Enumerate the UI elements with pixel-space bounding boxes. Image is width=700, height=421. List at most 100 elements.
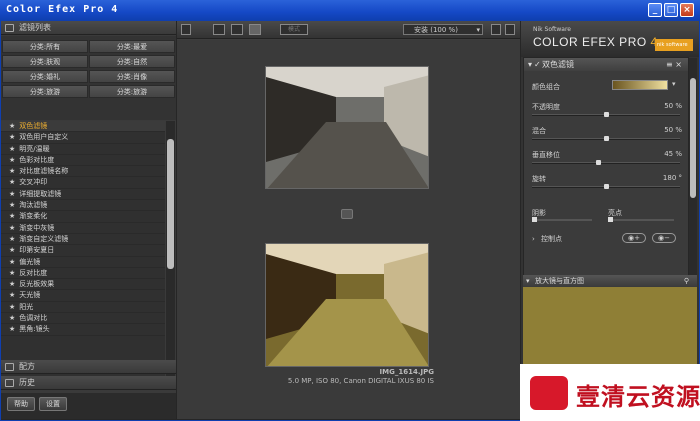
slider-knob[interactable] bbox=[532, 217, 537, 222]
filter-item[interactable]: ★ 双色用户自定义 bbox=[1, 132, 165, 144]
filter-item-label: 偏光镜 bbox=[19, 257, 41, 266]
param-slider[interactable] bbox=[532, 184, 680, 189]
star-icon[interactable]: ★ bbox=[9, 156, 15, 164]
swap-icon[interactable] bbox=[341, 209, 353, 219]
filter-list-header[interactable]: 滤镜列表 bbox=[1, 21, 176, 35]
filter-panel-header[interactable]: ▾ ✓ 双色滤镜 ≡ × bbox=[524, 58, 688, 71]
category-button[interactable]: 分类:肤观 bbox=[2, 55, 88, 68]
category-button[interactable]: 分类:肖像 bbox=[89, 70, 175, 83]
slider-knob[interactable] bbox=[603, 112, 609, 117]
param-slider[interactable] bbox=[532, 160, 680, 165]
panel-menu-icon[interactable]: ≡ × bbox=[666, 58, 682, 71]
presets-header[interactable]: 配方 bbox=[1, 360, 176, 374]
maximize-button[interactable]: □ bbox=[664, 3, 678, 17]
filter-item[interactable]: ★ 反对比度 bbox=[1, 268, 165, 280]
filter-list-scrollbar[interactable] bbox=[166, 121, 175, 377]
single-view-icon[interactable] bbox=[213, 24, 225, 35]
filter-item[interactable]: ★ 对比度滤镜名称 bbox=[1, 166, 165, 178]
history-header[interactable]: 历史 bbox=[1, 376, 176, 390]
browse-icon[interactable] bbox=[181, 24, 191, 35]
category-button[interactable]: 分类:婚礼 bbox=[2, 70, 88, 83]
window-title: Color Efex Pro 4 bbox=[6, 4, 119, 15]
star-icon[interactable]: ★ bbox=[9, 258, 15, 266]
filter-item[interactable]: ★ 反光板效果 bbox=[1, 279, 165, 291]
shadow-label: 阴影 bbox=[532, 209, 546, 217]
slider-knob[interactable] bbox=[608, 217, 613, 222]
mode-button[interactable]: 模式 bbox=[280, 24, 308, 35]
history-icon bbox=[5, 379, 14, 387]
filter-item[interactable]: ★ 阳光 bbox=[1, 302, 165, 314]
star-icon[interactable]: ★ bbox=[9, 178, 15, 186]
star-icon[interactable]: ★ bbox=[9, 325, 15, 333]
collapse-icon[interactable]: ▾ bbox=[528, 58, 532, 71]
original-photo bbox=[265, 66, 429, 189]
loupe-header[interactable]: ▾ 放大镜与直方图 ⚲ bbox=[523, 275, 697, 287]
filter-item[interactable]: ★ 黑角:镜头 bbox=[1, 324, 165, 336]
scrollbar-thumb[interactable] bbox=[690, 78, 696, 198]
star-icon[interactable]: ★ bbox=[9, 291, 15, 299]
filter-item[interactable]: ★ 渐变自定义滤镜 bbox=[1, 234, 165, 246]
close-button[interactable]: × bbox=[680, 3, 694, 17]
filter-item[interactable]: ★ 渐变中灰镜 bbox=[1, 223, 165, 234]
filter-panel-title: 双色滤镜 bbox=[542, 60, 574, 69]
fit-icon[interactable] bbox=[505, 24, 515, 35]
filter-item[interactable]: ★ 明亮/温暖 bbox=[1, 144, 165, 155]
slider-knob[interactable] bbox=[596, 160, 602, 165]
star-icon[interactable]: ★ bbox=[9, 212, 15, 220]
shadow-slider[interactable] bbox=[532, 217, 592, 222]
filter-item[interactable]: ★ 交叉冲印 bbox=[1, 177, 165, 189]
star-icon[interactable]: ★ bbox=[9, 122, 15, 130]
filter-item[interactable]: ★ 色彩对比度 bbox=[1, 155, 165, 167]
loupe-icon[interactable] bbox=[491, 24, 501, 35]
split-view-icon[interactable] bbox=[231, 24, 243, 35]
help-button[interactable]: 帮助 bbox=[7, 397, 35, 411]
add-control-point-button[interactable]: ◉+ bbox=[622, 233, 646, 243]
remove-control-point-button[interactable]: ◉− bbox=[652, 233, 676, 243]
category-button[interactable]: 分类:旅游 bbox=[89, 85, 175, 98]
category-button[interactable]: 分类:旅游 bbox=[2, 85, 88, 98]
filter-item[interactable]: ★ 淘汰滤镜 bbox=[1, 200, 165, 212]
star-icon[interactable]: ★ bbox=[9, 224, 15, 232]
category-button[interactable]: 分类:最爱 bbox=[89, 40, 175, 53]
chevron-down-icon[interactable]: ▾ bbox=[672, 80, 676, 88]
filter-item[interactable]: ★ 渐变柔化 bbox=[1, 211, 165, 223]
scrollbar-thumb[interactable] bbox=[167, 139, 174, 269]
star-icon[interactable]: ★ bbox=[9, 145, 15, 153]
filter-item[interactable]: ★ 详细提取滤镜 bbox=[1, 189, 165, 201]
star-icon[interactable]: ★ bbox=[9, 303, 15, 311]
star-icon[interactable]: ★ bbox=[9, 167, 15, 175]
category-button[interactable]: 分类:所有 bbox=[2, 40, 88, 53]
minimize-button[interactable]: _ bbox=[648, 3, 662, 17]
side-by-side-view-icon[interactable] bbox=[249, 24, 261, 35]
filter-item[interactable]: ★ 印第安夏日 bbox=[1, 245, 165, 257]
zoom-select[interactable]: 安装 (100 %) ▾ bbox=[403, 24, 483, 35]
check-icon[interactable]: ✓ bbox=[534, 58, 541, 71]
star-icon[interactable]: ★ bbox=[9, 314, 15, 322]
chevron-right-icon[interactable]: › bbox=[532, 235, 535, 243]
filter-item-label: 双色用户自定义 bbox=[19, 133, 69, 142]
filter-item[interactable]: ★ 偏光镜 bbox=[1, 257, 165, 268]
slider-knob[interactable] bbox=[603, 184, 609, 189]
param-slider[interactable] bbox=[532, 112, 680, 117]
settings-scrollbar[interactable] bbox=[689, 58, 697, 288]
star-icon[interactable]: ★ bbox=[9, 235, 15, 243]
settings-button[interactable]: 设置 bbox=[39, 397, 67, 411]
filter-item[interactable]: ★ 色调对比 bbox=[1, 313, 165, 325]
param-value: 50 % bbox=[664, 126, 682, 134]
filter-item[interactable]: ★ 天光镜 bbox=[1, 290, 165, 302]
chevron-down-icon[interactable]: ▾ bbox=[526, 275, 530, 287]
filter-item[interactable]: ★ 双色滤镜 bbox=[1, 121, 165, 133]
highlight-slider[interactable] bbox=[608, 217, 674, 222]
star-icon[interactable]: ★ bbox=[9, 190, 15, 198]
slider-knob[interactable] bbox=[603, 136, 609, 141]
brand-small: Nik Software bbox=[533, 26, 571, 33]
color-group-select[interactable] bbox=[612, 80, 668, 90]
star-icon[interactable]: ★ bbox=[9, 133, 15, 141]
star-icon[interactable]: ★ bbox=[9, 246, 15, 254]
star-icon[interactable]: ★ bbox=[9, 201, 15, 209]
star-icon[interactable]: ★ bbox=[9, 280, 15, 288]
star-icon[interactable]: ★ bbox=[9, 269, 15, 277]
category-button[interactable]: 分类:自然 bbox=[89, 55, 175, 68]
pin-icon[interactable]: ⚲ bbox=[684, 275, 689, 287]
param-slider[interactable] bbox=[532, 136, 680, 141]
